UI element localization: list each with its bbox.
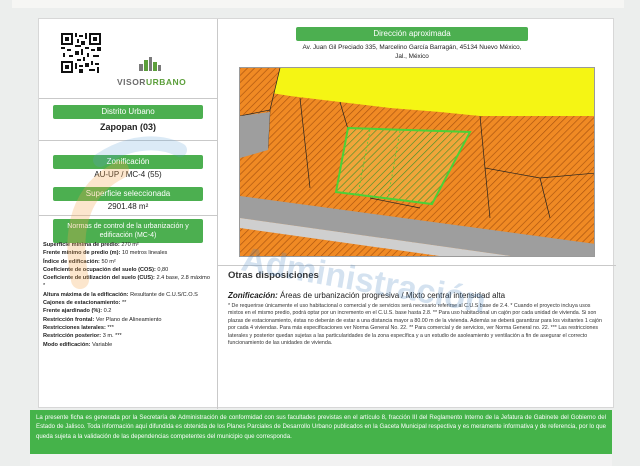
divider (39, 215, 217, 216)
otras-notes: * De requerirse únicamente el uso habita… (228, 303, 602, 347)
zoning-map[interactable] (239, 67, 595, 257)
list-item: Coeficiente de utilización del suelo (CU… (43, 275, 210, 290)
otras-disposiciones: Otras disposiciones Zonificación: Áreas … (218, 265, 616, 387)
zoning-map-graphic (240, 68, 594, 256)
footer-disclaimer: La presente ficha es generada por la Sec… (30, 410, 612, 454)
distrito-section: Distrito Urbano Zapopan (03) (53, 105, 203, 135)
direccion-section: Dirección aproximada Av. Juan Gil Precia… (296, 27, 528, 61)
otras-zonificacion: Zonificación: Áreas de urbanización prog… (228, 291, 606, 300)
logo-text: VISOR (117, 77, 146, 87)
list-item: Frente mínimo de predio (m): 10 metros l… (43, 250, 168, 257)
list-item: Índice de edificación: 50 m² (43, 258, 116, 265)
visor-urbano-logo: VISORURBANO (117, 57, 187, 90)
list-item: Restricción posterior: 3 m. *** (43, 333, 122, 340)
otras-zonificacion-label: Zonificación: (228, 291, 278, 300)
qr-code-icon (61, 33, 101, 73)
list-item: Modo edificación: Variable (43, 341, 113, 348)
list-item: Superficie mínima de predio: 270 m² (43, 242, 139, 248)
list-item: Frente ajardinado (%): 0.2 (43, 308, 112, 315)
logo-text-accent: URBANO (145, 77, 187, 87)
page: VISORURBANO Distrito Urbano Zapopan (03)… (0, 0, 640, 466)
superficie-value: 2901.48 m² (107, 202, 149, 211)
city-skyline-icon (139, 57, 161, 71)
list-item: Restricciones laterales: *** (43, 324, 114, 331)
list-item: Coeficiente de ocupación del suelo (COS)… (43, 266, 169, 273)
distrito-value: Zapopan (03) (99, 122, 156, 132)
superficie-section: Superficie seleccionada 2901.48 m² (53, 187, 203, 213)
right-panel: Dirección aproximada Av. Juan Gil Precia… (217, 19, 616, 409)
direccion-label: Dirección aproximada (296, 27, 528, 41)
header-block: VISORURBANO (39, 19, 217, 99)
top-strip (12, 0, 624, 8)
otras-zonificacion-value: Áreas de urbanización progresiva / Mixto… (280, 291, 506, 300)
list-item: Cajones de estacionamiento: ** (43, 300, 127, 307)
otras-heading: Otras disposiciones (228, 270, 319, 281)
direccion-value: Av. Juan Gil Preciado 335, Marcelino Gar… (302, 44, 522, 60)
zonificacion-value: AU-UP / MC-4 (55) (94, 170, 162, 179)
footer-strip (30, 454, 612, 466)
normas-list: Superficie mínima de predio: 270 m² Fren… (43, 241, 213, 349)
divider (39, 140, 217, 141)
superficie-label: Superficie seleccionada (53, 187, 203, 201)
zonificacion-label: Zonificación (53, 155, 203, 169)
normas-section: Normas de control de la urbanización y e… (53, 219, 203, 243)
list-item: Restricción frontal: Ver Plano de Alinea… (43, 316, 162, 323)
zonificacion-section: Zonificación AU-UP / MC-4 (55) (53, 155, 203, 181)
ficha-sheet: VISORURBANO Distrito Urbano Zapopan (03)… (38, 18, 616, 409)
normas-heading: Normas de control de la urbanización y e… (53, 219, 203, 243)
distrito-label: Distrito Urbano (53, 105, 203, 119)
list-item: Altura máxima de la edificación: Resulta… (43, 291, 198, 298)
